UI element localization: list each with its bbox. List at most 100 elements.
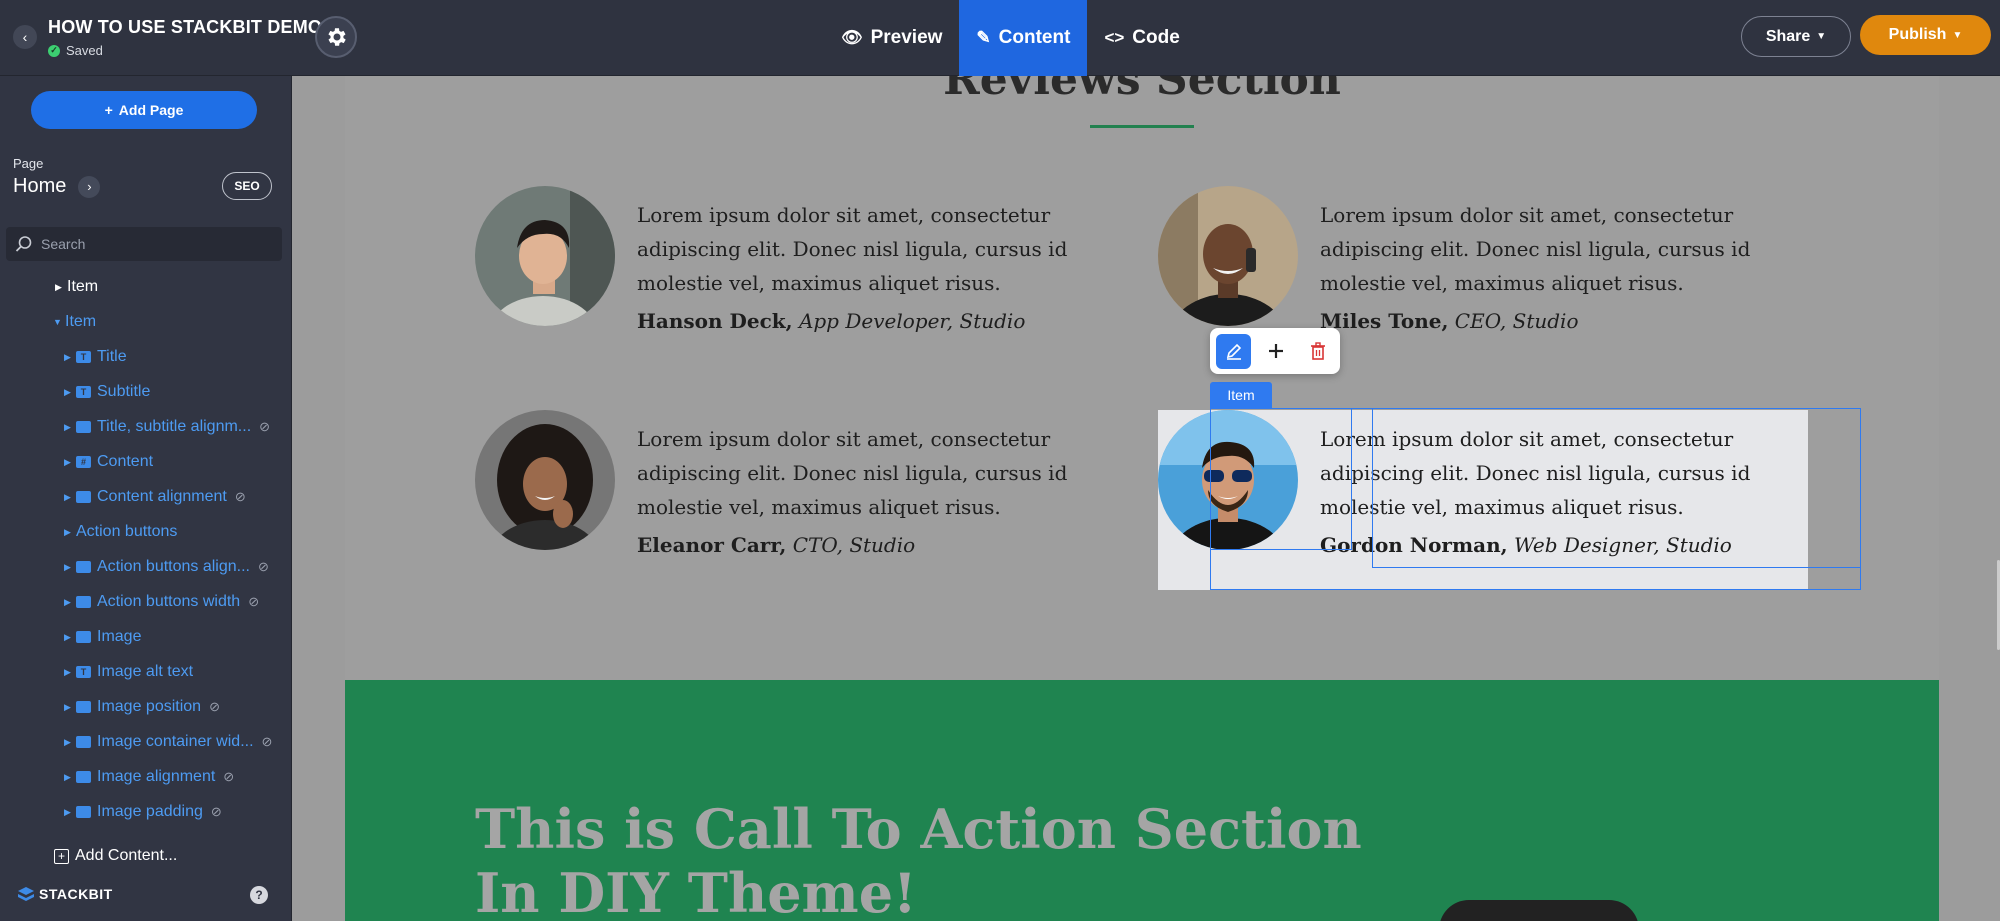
chevron-right-icon[interactable]: › bbox=[78, 175, 101, 198]
eye-off-icon: ⊘ bbox=[223, 769, 235, 784]
field-label: Image padding bbox=[97, 803, 203, 820]
add-button[interactable] bbox=[1258, 334, 1293, 369]
review-item[interactable]: Lorem ipsum dolor sit amet, consectetur … bbox=[1158, 186, 1808, 333]
call-to-action-section[interactable]: This is Call To Action Section In DIY Th… bbox=[345, 680, 1939, 921]
selection-outline-text bbox=[1372, 408, 1861, 568]
caret-right-icon: ▶ bbox=[64, 806, 71, 817]
stackbit-logo-icon bbox=[18, 887, 34, 901]
field-title-subtitle-alignment[interactable]: ▶ Title, subtitle alignm... ⊘ bbox=[64, 413, 270, 441]
pencil-icon bbox=[1226, 343, 1241, 360]
seo-button[interactable]: SEO bbox=[222, 172, 272, 200]
page-name: Home bbox=[13, 175, 67, 197]
author-name: Eleanor Carr, bbox=[637, 533, 787, 557]
field-label: Title, subtitle alignm... bbox=[97, 418, 252, 435]
tree-item-collapsed[interactable]: ▶ Item bbox=[55, 273, 98, 301]
tab-content-label: Content bbox=[998, 27, 1071, 48]
markdown-field-icon: # bbox=[76, 456, 91, 468]
field-content-alignment[interactable]: ▶ Content alignment ⊘ bbox=[64, 483, 246, 511]
field-image-container-width[interactable]: ▶ Image container wid... ⊘ bbox=[64, 728, 272, 756]
sidebar: + Add Page Page Home › SEO ▶ Item ▼ Item… bbox=[0, 76, 292, 921]
image-field-icon bbox=[76, 631, 91, 643]
eye-off-icon: ⊘ bbox=[259, 419, 271, 434]
avatar[interactable] bbox=[475, 186, 615, 326]
caret-right-icon: ▶ bbox=[64, 526, 71, 537]
field-action-buttons-width[interactable]: ▶ Action buttons width ⊘ bbox=[64, 588, 259, 616]
author-name: Hanson Deck, bbox=[637, 309, 793, 333]
cta-title[interactable]: This is Call To Action Section In DIY Th… bbox=[475, 797, 1375, 921]
item-toolbar bbox=[1210, 328, 1340, 374]
check-circle-icon: ✓ bbox=[48, 44, 60, 57]
text-field-icon: T bbox=[76, 386, 91, 398]
reviews-section[interactable]: Reviews Section Lorem ipsum dolor sit am… bbox=[345, 76, 1939, 680]
field-label: Content alignment bbox=[97, 488, 227, 505]
field-label: Content bbox=[97, 453, 154, 470]
page-selector[interactable]: Home › bbox=[13, 175, 101, 198]
caret-right-icon: ▶ bbox=[64, 456, 71, 467]
review-author: Eleanor Carr, CTO, Studio bbox=[637, 533, 915, 557]
add-content-button[interactable]: + Add Content... bbox=[54, 847, 177, 865]
eye-off-icon: ⊘ bbox=[248, 594, 260, 609]
share-button[interactable]: Share ▼ bbox=[1741, 16, 1851, 57]
avatar[interactable] bbox=[475, 410, 615, 550]
pencil-icon: ✎ bbox=[976, 28, 991, 47]
plus-square-icon: + bbox=[54, 848, 69, 864]
field-label: Image alt text bbox=[97, 663, 194, 680]
section-title[interactable]: Reviews Section bbox=[345, 76, 1939, 105]
field-label: Action buttons bbox=[76, 523, 178, 540]
author-name: Miles Tone, bbox=[1320, 309, 1449, 333]
review-item[interactable]: Lorem ipsum dolor sit amet, consectetur … bbox=[475, 186, 1125, 333]
share-label: Share bbox=[1765, 27, 1811, 45]
field-label: Action buttons align... bbox=[97, 558, 250, 575]
field-image[interactable]: ▶ Image bbox=[64, 623, 141, 651]
tree-item-expanded[interactable]: ▼ Item bbox=[53, 308, 96, 336]
caret-right-icon: ▶ bbox=[64, 491, 71, 502]
field-image-alt-text[interactable]: ▶ T Image alt text bbox=[64, 658, 193, 686]
field-image-position[interactable]: ▶ Image position ⊘ bbox=[64, 693, 220, 721]
trash-icon bbox=[1310, 342, 1325, 360]
text-field-icon: T bbox=[76, 666, 91, 678]
settings-button[interactable] bbox=[315, 16, 357, 58]
field-content[interactable]: ▶ # Content bbox=[64, 448, 153, 476]
tab-code-label: Code bbox=[1132, 27, 1180, 48]
field-image-padding[interactable]: ▶ Image padding ⊘ bbox=[64, 798, 222, 826]
mode-tabs: 👁 Preview ✎ Content <> Code bbox=[824, 0, 1197, 76]
eye-icon: 👁 bbox=[841, 28, 863, 47]
help-icon[interactable]: ? bbox=[250, 886, 268, 904]
field-image-alignment[interactable]: ▶ Image alignment ⊘ bbox=[64, 763, 234, 791]
eye-off-icon: ⊘ bbox=[261, 734, 273, 749]
back-button[interactable]: ‹ bbox=[13, 25, 37, 49]
selection-outline-image bbox=[1210, 408, 1352, 550]
avatar[interactable] bbox=[1158, 186, 1298, 326]
field-action-buttons[interactable]: ▶ Action buttons bbox=[64, 518, 177, 546]
selection-tag[interactable]: Item bbox=[1210, 382, 1272, 408]
add-page-label: Add Page bbox=[118, 102, 184, 118]
edit-button[interactable] bbox=[1216, 333, 1251, 369]
caret-right-icon: ▶ bbox=[64, 596, 71, 607]
logo-text: STACKBIT bbox=[39, 886, 113, 902]
add-page-button[interactable]: + Add Page bbox=[31, 91, 257, 129]
caret-right-icon: ▶ bbox=[64, 666, 71, 677]
cta-button[interactable] bbox=[1439, 900, 1639, 921]
plus-icon: + bbox=[104, 102, 113, 118]
tab-content[interactable]: ✎ Content bbox=[959, 0, 1088, 76]
field-label: Image alignment bbox=[97, 768, 216, 785]
field-label: Image position bbox=[97, 698, 202, 715]
enum-field-icon bbox=[76, 421, 91, 433]
field-action-buttons-alignment[interactable]: ▶ Action buttons align... ⊘ bbox=[64, 553, 269, 581]
caret-down-icon: ▼ bbox=[53, 317, 62, 327]
search-box bbox=[6, 227, 282, 261]
tab-code[interactable]: <> Code bbox=[1087, 0, 1196, 76]
tab-preview[interactable]: 👁 Preview bbox=[824, 0, 959, 76]
delete-button[interactable] bbox=[1300, 334, 1335, 369]
search-input[interactable] bbox=[41, 236, 271, 252]
tree-item-label: Item bbox=[67, 278, 99, 295]
enum-field-icon bbox=[76, 736, 91, 748]
review-item[interactable]: Lorem ipsum dolor sit amet, consectetur … bbox=[475, 410, 1125, 557]
field-title[interactable]: ▶ T Title bbox=[64, 343, 127, 371]
publish-button[interactable]: Publish ▼ bbox=[1860, 15, 1991, 55]
title-divider bbox=[1090, 125, 1194, 128]
caret-right-icon: ▶ bbox=[64, 736, 71, 747]
field-subtitle[interactable]: ▶ T Subtitle bbox=[64, 378, 150, 406]
author-role: App Developer, Studio bbox=[798, 309, 1026, 333]
author-role: CEO, Studio bbox=[1454, 309, 1579, 333]
